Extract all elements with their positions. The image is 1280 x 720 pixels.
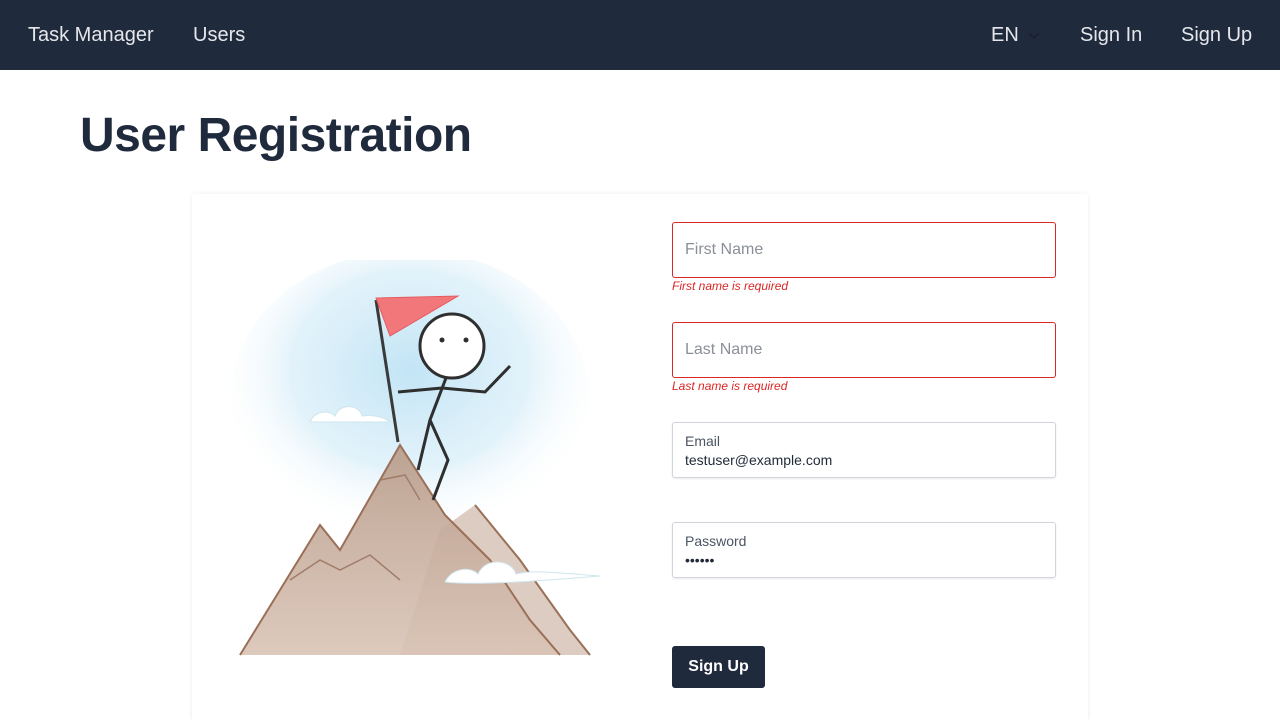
password-input[interactable] (673, 523, 1055, 577)
last-name-error: Last name is required (672, 379, 788, 393)
password-field[interactable]: Password (672, 522, 1056, 578)
page-title: User Registration (80, 109, 472, 162)
first-name-field[interactable] (672, 222, 1056, 278)
brand-link[interactable]: Task Manager (28, 23, 154, 47)
mountain-summit-flag-illustration (230, 260, 601, 656)
top-navbar: Task Manager Users EN Sign In Sign Up (0, 0, 1280, 70)
sign-up-link[interactable]: Sign Up (1181, 23, 1252, 47)
email-field[interactable]: Email (672, 422, 1056, 478)
first-name-input[interactable] (673, 223, 1055, 277)
sign-in-link[interactable]: Sign In (1080, 23, 1142, 47)
email-input[interactable] (673, 423, 1055, 477)
sign-up-button[interactable]: Sign Up (672, 646, 765, 688)
language-value: EN (991, 24, 1019, 46)
last-name-input[interactable] (673, 323, 1055, 377)
chevron-down-icon (1028, 33, 1039, 39)
last-name-field[interactable] (672, 322, 1056, 378)
language-select[interactable]: EN (991, 23, 1041, 47)
first-name-error: First name is required (672, 279, 789, 293)
nav-link-users[interactable]: Users (193, 23, 245, 47)
